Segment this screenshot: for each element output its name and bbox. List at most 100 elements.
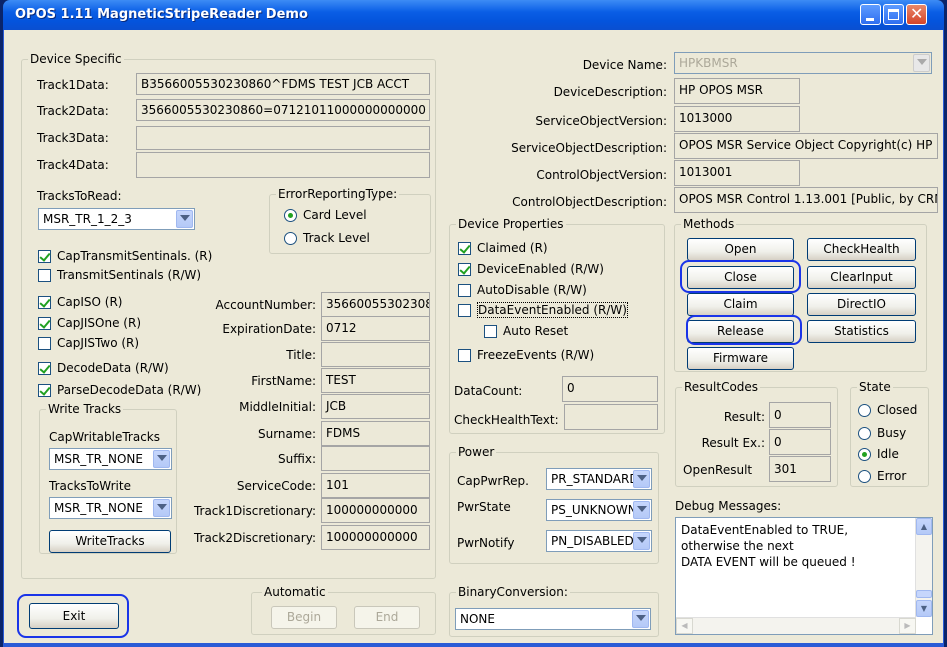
- track2-field[interactable]: 3566005530230860=07121011000000000000: [136, 99, 430, 121]
- statistics-button[interactable]: Statistics: [807, 320, 916, 343]
- chevron-down-icon[interactable]: [176, 210, 193, 228]
- card-level-radio[interactable]: Card Level: [284, 207, 367, 223]
- scroll-down-icon[interactable]: ▼: [916, 600, 932, 617]
- checkbox-box: [38, 268, 51, 282]
- write-tracks-caption: Write Tracks: [46, 402, 124, 416]
- field-value[interactable]: 3566005530230860: [321, 292, 430, 317]
- field-value[interactable]: JCB: [321, 394, 430, 419]
- debug-line: otherwise the next: [681, 539, 794, 553]
- cap-pwr-rep-value: PR_STANDARD: [551, 472, 639, 486]
- checkbox-box: [484, 324, 497, 338]
- auto-reset-checkbox[interactable]: Auto Reset: [484, 323, 568, 339]
- cap-transmit-sentinals-checkbox[interactable]: CapTransmitSentinals. (R): [38, 248, 212, 264]
- field-value[interactable]: 0712: [321, 316, 430, 341]
- co-description-field[interactable]: OPOS MSR Control 1.13.001 [Public, by CR…: [674, 187, 938, 213]
- field-label: MiddleInitial:: [239, 400, 316, 414]
- chevron-down-icon[interactable]: [633, 470, 650, 488]
- state-busy-radio[interactable]: Busy: [858, 425, 906, 441]
- check-health-button[interactable]: CheckHealth: [807, 238, 916, 261]
- card-level-label: Card Level: [303, 208, 367, 222]
- write-tracks-button[interactable]: WriteTracks: [49, 530, 171, 553]
- data-count-field[interactable]: 0: [562, 376, 658, 402]
- track1-field[interactable]: B3566005530230860^FDMS TEST JCB ACCT: [136, 73, 430, 95]
- decode-data-checkbox[interactable]: DecodeData (R/W): [38, 360, 169, 376]
- clear-input-button[interactable]: ClearInput: [807, 266, 916, 289]
- scroll-thumb[interactable]: [916, 590, 932, 598]
- claimed-label: Claimed (R): [477, 241, 548, 255]
- binary-conversion-select[interactable]: NONE: [455, 608, 651, 630]
- chevron-down-icon[interactable]: [633, 501, 650, 519]
- title-bar[interactable]: OPOS 1.11 MagneticStripeReader Demo ✕: [3, 0, 944, 30]
- field-value[interactable]: 100000000000: [321, 498, 430, 523]
- field-value[interactable]: [321, 446, 430, 471]
- end-button[interactable]: End: [354, 606, 420, 629]
- pwr-notify-select[interactable]: PN_DISABLED: [546, 530, 652, 552]
- track4-field[interactable]: [136, 152, 430, 178]
- direct-io-button[interactable]: DirectIO: [807, 293, 916, 316]
- co-version-field[interactable]: 1013001: [674, 160, 800, 186]
- track3-field[interactable]: [136, 126, 430, 150]
- chevron-down-icon[interactable]: [633, 532, 650, 550]
- debug-messages-list[interactable]: DataEventEnabled to TRUE, otherwise the …: [675, 517, 933, 635]
- device-description-label: DeviceDescription:: [553, 85, 667, 99]
- auto-reset-label: Auto Reset: [503, 324, 569, 338]
- field-value[interactable]: FDMS: [321, 421, 430, 446]
- vertical-scrollbar[interactable]: ▲ ▼: [915, 518, 932, 617]
- debug-line: DATA EVENT will be queued !: [681, 555, 856, 569]
- claim-button[interactable]: Claim: [687, 293, 794, 316]
- transmit-sentinals-checkbox[interactable]: TransmitSentinals (R/W): [38, 267, 201, 283]
- cap-iso-checkbox[interactable]: CapISO (R): [38, 294, 122, 310]
- open-button[interactable]: Open: [687, 238, 794, 261]
- track-level-radio[interactable]: Track Level: [284, 230, 370, 246]
- window-title: OPOS 1.11 MagneticStripeReader Demo: [15, 7, 308, 22]
- data-event-enabled-checkbox[interactable]: DataEventEnabled (R/W): [458, 302, 628, 318]
- device-properties-caption: Device Properties: [456, 217, 566, 231]
- state-idle-radio[interactable]: Idle: [858, 446, 899, 462]
- cap-jis-one-checkbox[interactable]: CapJISOne (R): [38, 315, 141, 331]
- field-value[interactable]: [321, 342, 430, 367]
- field-value[interactable]: 100000000000: [321, 525, 430, 550]
- field-value[interactable]: TEST: [321, 368, 430, 393]
- pwr-state-label: PwrState: [457, 500, 511, 514]
- tracks-to-write-select[interactable]: MSR_TR_NONE: [49, 497, 172, 519]
- pwr-state-select[interactable]: PS_UNKNOWN: [546, 499, 652, 521]
- chevron-down-icon[interactable]: [153, 450, 170, 468]
- field-value[interactable]: 101: [321, 473, 430, 498]
- maximize-button[interactable]: [883, 4, 904, 25]
- firmware-button[interactable]: Firmware: [687, 347, 794, 370]
- cap-writable-tracks-select[interactable]: MSR_TR_NONE: [49, 448, 172, 470]
- result-ex-field[interactable]: 0: [769, 429, 831, 455]
- device-name-select[interactable]: HPKBMSR: [674, 52, 932, 74]
- horizontal-scrollbar[interactable]: ◀ ▶: [676, 617, 916, 634]
- begin-button[interactable]: Begin: [271, 606, 337, 629]
- scroll-up-icon[interactable]: ▲: [916, 518, 932, 535]
- claimed-checkbox[interactable]: Claimed (R): [458, 240, 548, 256]
- so-description-label: ServiceObjectDescription:: [511, 141, 667, 155]
- state-closed-radio[interactable]: Closed: [858, 402, 917, 418]
- chevron-down-icon[interactable]: [913, 54, 930, 72]
- freeze-events-checkbox[interactable]: FreezeEvents (R/W): [458, 347, 594, 363]
- so-description-field[interactable]: OPOS MSR Service Object Copyright(c) HP: [674, 133, 938, 159]
- open-result-field[interactable]: 301: [769, 456, 831, 482]
- state-error-radio[interactable]: Error: [858, 468, 906, 484]
- parse-decode-data-checkbox[interactable]: ParseDecodeData (R/W): [38, 382, 201, 398]
- minimize-icon: [866, 18, 874, 21]
- auto-disable-checkbox[interactable]: AutoDisable (R/W): [458, 282, 587, 298]
- scroll-right-icon[interactable]: ▶: [899, 618, 916, 634]
- so-version-field[interactable]: 1013000: [674, 106, 800, 132]
- co-version-label: ControlObjectVersion:: [536, 168, 667, 182]
- check-health-text-field[interactable]: [564, 404, 658, 430]
- cap-jis-two-checkbox[interactable]: CapJISTwo (R): [38, 335, 139, 351]
- radio-dot: [858, 447, 871, 461]
- scroll-left-icon[interactable]: ◀: [676, 618, 693, 634]
- field-label: Track2Discretionary:: [193, 531, 316, 545]
- tracks-to-read-select[interactable]: MSR_TR_1_2_3: [38, 208, 195, 230]
- device-description-field[interactable]: HP OPOS MSR: [674, 78, 800, 104]
- result-field[interactable]: 0: [769, 402, 831, 428]
- device-enabled-checkbox[interactable]: DeviceEnabled (R/W): [458, 261, 604, 277]
- cap-pwr-rep-select[interactable]: PR_STANDARD: [546, 468, 652, 490]
- chevron-down-icon[interactable]: [153, 499, 170, 517]
- chevron-down-icon[interactable]: [632, 610, 649, 628]
- close-window-button[interactable]: ✕: [906, 4, 927, 25]
- minimize-button[interactable]: [860, 4, 881, 25]
